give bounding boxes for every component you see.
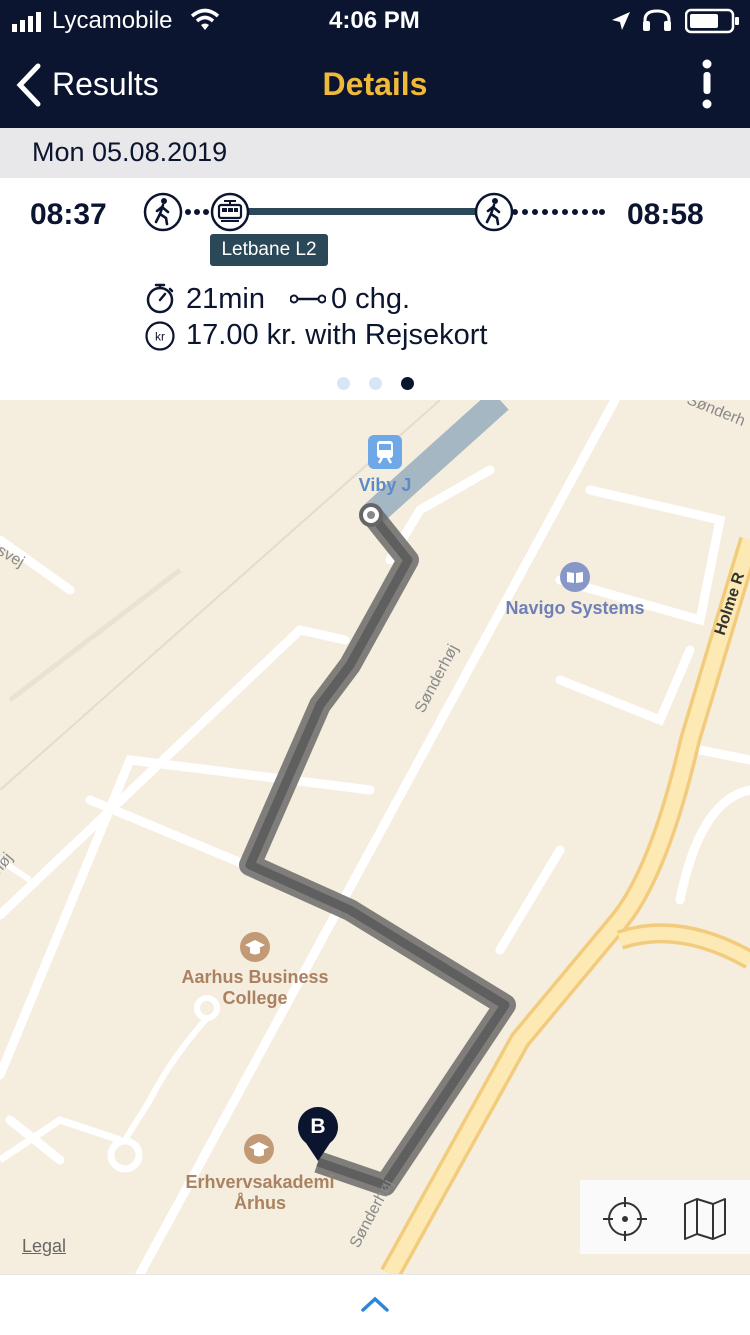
page-dot-active[interactable] — [401, 377, 414, 390]
legal-link[interactable]: Legal — [22, 1236, 66, 1257]
headphones-icon — [640, 8, 674, 37]
location-arrow-icon — [610, 10, 632, 37]
trip-changes: 0 chg. — [331, 283, 410, 315]
trip-duration: 21min — [186, 283, 265, 315]
line-tag: Letbane L2 — [210, 234, 328, 266]
poi-label: Aarhus Business College — [181, 967, 329, 1008]
map-type-button[interactable] — [682, 1196, 728, 1242]
destination-marker-label: B — [310, 1115, 326, 1138]
route-map[interactable]: Viby J Navigo Systems Aarhus Business Co… — [0, 400, 750, 1274]
changes-icon — [289, 288, 327, 315]
map-icon — [682, 1198, 728, 1246]
departure-time: 08:37 — [30, 198, 107, 231]
arrival-time: 08:58 — [627, 198, 704, 231]
carrier-label: Lycamobile — [52, 7, 173, 34]
walk-icon — [474, 192, 514, 237]
trip-date: Mon 05.08.2019 — [32, 137, 228, 167]
currency-symbol: kr — [155, 330, 165, 344]
signal-icon — [12, 10, 48, 37]
tram-icon — [210, 192, 250, 237]
more-vertical-icon — [690, 59, 724, 116]
trip-price: 17.00 kr. with Rejsekort — [186, 319, 488, 351]
page-dot[interactable] — [369, 377, 382, 390]
date-header: Mon 05.08.2019 — [0, 128, 750, 178]
wifi-icon — [190, 8, 220, 37]
battery-icon — [684, 8, 741, 39]
stopwatch-icon — [144, 282, 176, 319]
bottom-sheet-handle[interactable] — [0, 1274, 750, 1335]
walk-icon — [143, 192, 183, 237]
clock-label: 4:06 PM — [329, 7, 420, 34]
poi-label: Navigo Systems — [505, 598, 645, 618]
more-options-button[interactable] — [690, 56, 724, 112]
locate-button[interactable] — [602, 1196, 648, 1242]
page-dot[interactable] — [337, 377, 350, 390]
trip-summary[interactable]: 08:37 08:58 Letbane L2 21min 0 chg. kr 1… — [0, 178, 750, 400]
map-tools — [580, 1180, 750, 1254]
station-label: Viby J — [358, 475, 412, 495]
currency-icon: kr — [144, 320, 176, 357]
locate-icon — [602, 1197, 648, 1246]
chevron-up-icon — [360, 1295, 390, 1318]
poi-label: Erhvervsakademi Århus — [185, 1172, 335, 1213]
map-canvas — [0, 400, 750, 1274]
top-bar: Lycamobile 4:06 PM Results Details — [0, 0, 750, 128]
page-title: Details — [322, 66, 428, 102]
